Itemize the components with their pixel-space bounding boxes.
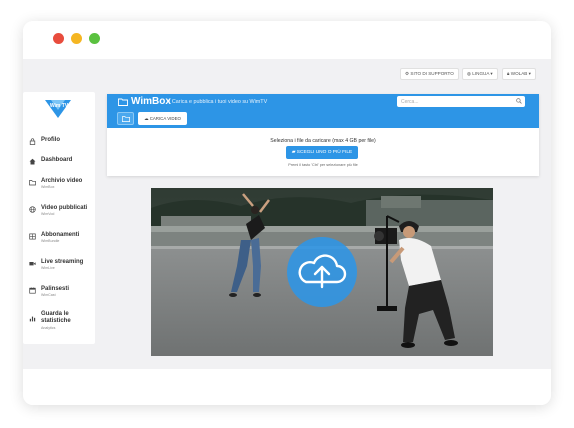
sidebar-item-label: Profilo: [41, 137, 60, 143]
sidebar-item-label: Video pubblicati: [41, 205, 88, 211]
lock-icon: [29, 138, 36, 145]
sidebar-item-sublabel: Analytics: [41, 326, 56, 330]
choose-files-button[interactable]: ▰ SCEGLI UNO O PIÙ FILE: [286, 146, 358, 159]
tab-archive[interactable]: [117, 112, 134, 125]
browser-window: ⚙ SITO DI SUPPORTO ◍ LINGUA ▾ 🔒︎ WOLAB ▾…: [23, 21, 551, 405]
page-subtitle-text: Carica e pubblica i tuoi video su WimTV: [171, 99, 268, 105]
upload-instruction: Seleziona i file da caricare (max 4 GB p…: [270, 138, 376, 144]
upload-drop-area[interactable]: [151, 188, 493, 356]
search-icon[interactable]: [516, 98, 522, 104]
home-icon: [29, 158, 36, 165]
sidebar-item-sublabel: WimLive: [41, 266, 55, 270]
language-dropdown[interactable]: ◍ LINGUA ▾: [462, 68, 498, 80]
tab-upload-video[interactable]: ☁︎ CARICA VIDEO: [138, 112, 187, 125]
maximize-window-button[interactable]: [89, 33, 100, 44]
sidebar-item-sublabel: WimVod: [41, 212, 55, 216]
folder-icon: [29, 179, 36, 186]
user-menu-dropdown[interactable]: 🔒︎ WOLAB ▾: [502, 68, 536, 80]
support-site-label: SITO DI SUPPORTO: [410, 71, 454, 76]
sidebar-item-statistiche[interactable]: Guarda le statistiche Analytics: [27, 311, 93, 335]
close-window-button[interactable]: [53, 33, 64, 44]
upload-panel: WimBox | Carica e pubblica i tuoi video …: [107, 94, 539, 176]
language-label: LINGUA: [472, 71, 490, 76]
sidebar-item-label: Archivio video: [41, 178, 83, 184]
wimtv-logo: Wim TV: [45, 100, 71, 118]
sidebar-item-label: Dashboard: [41, 157, 73, 163]
search-input[interactable]: [397, 96, 525, 107]
upload-hint: Premi il tasto 'Ctrl' per selezionare pi…: [288, 163, 358, 167]
bundle-icon: [29, 233, 36, 240]
window-titlebar: [23, 21, 551, 59]
window-footer: [23, 369, 551, 405]
chevron-down-icon: ▾: [527, 71, 531, 76]
sidebar: Wim TV Profilo Dashboard Archivio video: [23, 92, 95, 344]
panel-header: WimBox | Carica e pubblica i tuoi video …: [107, 94, 539, 128]
chevron-down-icon: ▾: [489, 71, 493, 76]
sidebar-item-label: Guarda le statistiche: [41, 311, 71, 324]
sidebar-item-dashboard[interactable]: Dashboard: [27, 157, 93, 166]
page-title: WimBox: [131, 96, 171, 107]
globe-icon: [29, 206, 36, 213]
calendar-icon: [29, 287, 36, 294]
folder-open-icon: [118, 98, 128, 106]
sidebar-item-label: Abbonamenti: [41, 232, 80, 238]
cloud-upload-icon[interactable]: [287, 237, 357, 307]
app-content: ⚙ SITO DI SUPPORTO ◍ LINGUA ▾ 🔒︎ WOLAB ▾…: [23, 59, 551, 369]
folder-icon: [122, 116, 130, 122]
sidebar-item-label: Palinsesti: [41, 286, 70, 292]
support-site-button[interactable]: ⚙ SITO DI SUPPORTO: [400, 68, 459, 80]
camera-icon: [29, 260, 36, 267]
sidebar-item-sublabel: WimBox: [41, 185, 55, 189]
minimize-window-button[interactable]: [71, 33, 82, 44]
user-label: WOLAB: [510, 71, 528, 76]
sidebar-item-live-streaming[interactable]: Live streaming WimLive: [27, 259, 93, 273]
sidebar-item-profilo[interactable]: Profilo: [27, 137, 93, 146]
sidebar-item-label: Live streaming: [41, 259, 84, 265]
sidebar-item-sublabel: WimCast: [41, 293, 56, 297]
choose-files-label: SCEGLI UNO O PIÙ FILE: [296, 150, 353, 155]
tab-upload-label: CARICA VIDEO: [149, 116, 181, 121]
bar-chart-icon: [29, 315, 36, 322]
sidebar-item-abbonamenti[interactable]: Abbonamenti WimBundle: [27, 232, 93, 246]
sidebar-item-sublabel: WimBundle: [41, 239, 60, 243]
video-thumbnail: [151, 188, 493, 356]
sidebar-item-archivio-video[interactable]: Archivio video WimBox: [27, 178, 93, 192]
sidebar-item-palinsesti[interactable]: Palinsesti WimCast: [27, 286, 93, 300]
sidebar-item-video-pubblicati[interactable]: Video pubblicati WimVod: [27, 205, 93, 219]
logo-text: Wim TV: [50, 103, 69, 109]
page-subtitle: | Carica e pubblica i tuoi video su WimT…: [169, 99, 268, 105]
